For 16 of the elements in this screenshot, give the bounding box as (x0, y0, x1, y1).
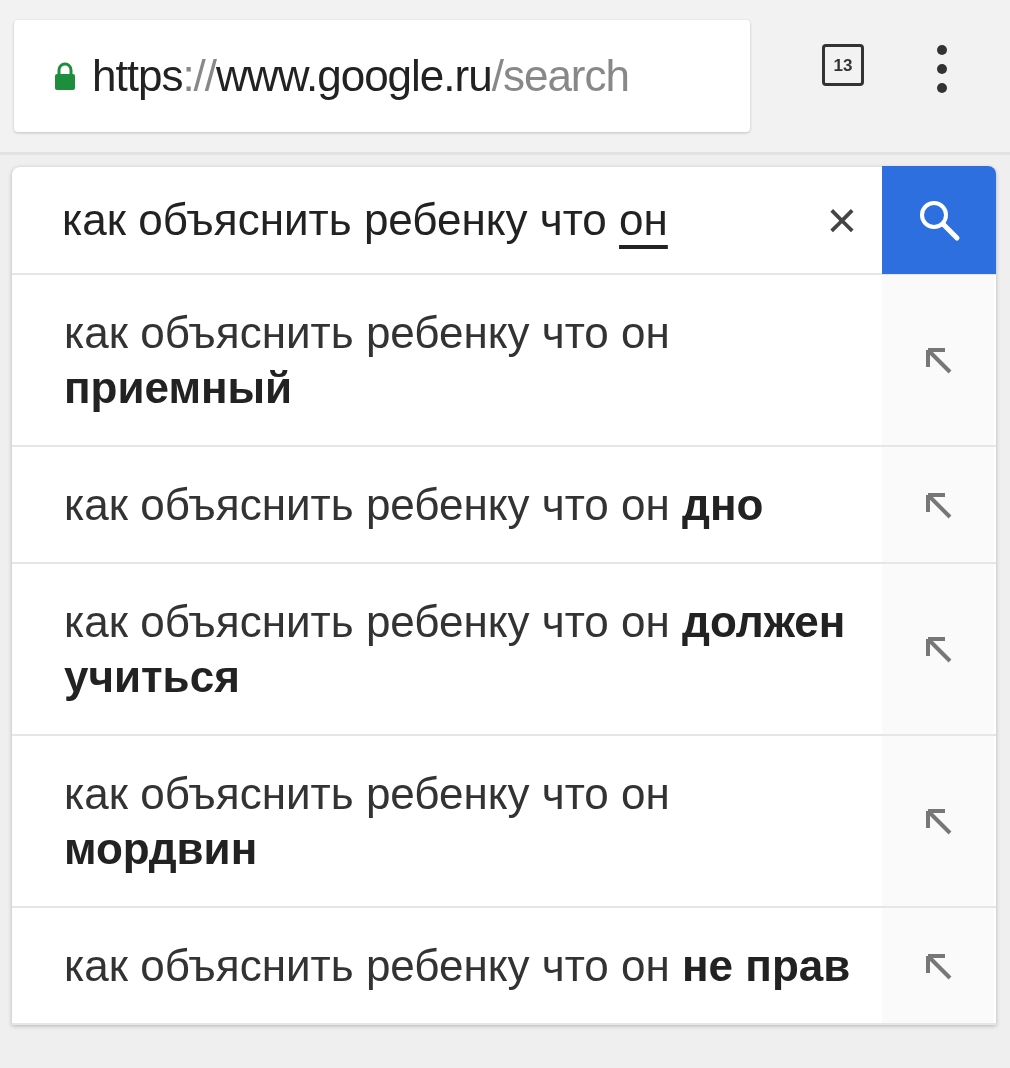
arrow-icon[interactable] (923, 634, 953, 664)
arrow-icon[interactable] (923, 806, 953, 836)
suggestion-item[interactable]: как объяснить ребенку что он должен учиться (12, 564, 882, 734)
suggestion-item[interactable]: как объяснить ребенку что он мордвин (12, 736, 882, 906)
suggestion-item[interactable]: как объяснить ребенку что он дно (12, 447, 882, 562)
suggestion-item[interactable]: как объяснить ребенку что он не прав (12, 908, 882, 1023)
search-icon (917, 198, 961, 242)
search-button[interactable] (882, 166, 996, 274)
clear-button[interactable]: × (802, 193, 882, 247)
url-text: https://www.google.ru/search (92, 50, 629, 102)
menu-icon[interactable] (936, 44, 948, 94)
search-field[interactable]: как объяснить ребенку что он (12, 187, 802, 253)
tab-count[interactable]: 13 (822, 44, 864, 86)
address-bar[interactable]: https://www.google.ru/search (14, 20, 750, 132)
arrow-icon[interactable] (923, 345, 953, 375)
suggestion-item[interactable]: как объяснить ребенку что он приемный (12, 275, 882, 445)
